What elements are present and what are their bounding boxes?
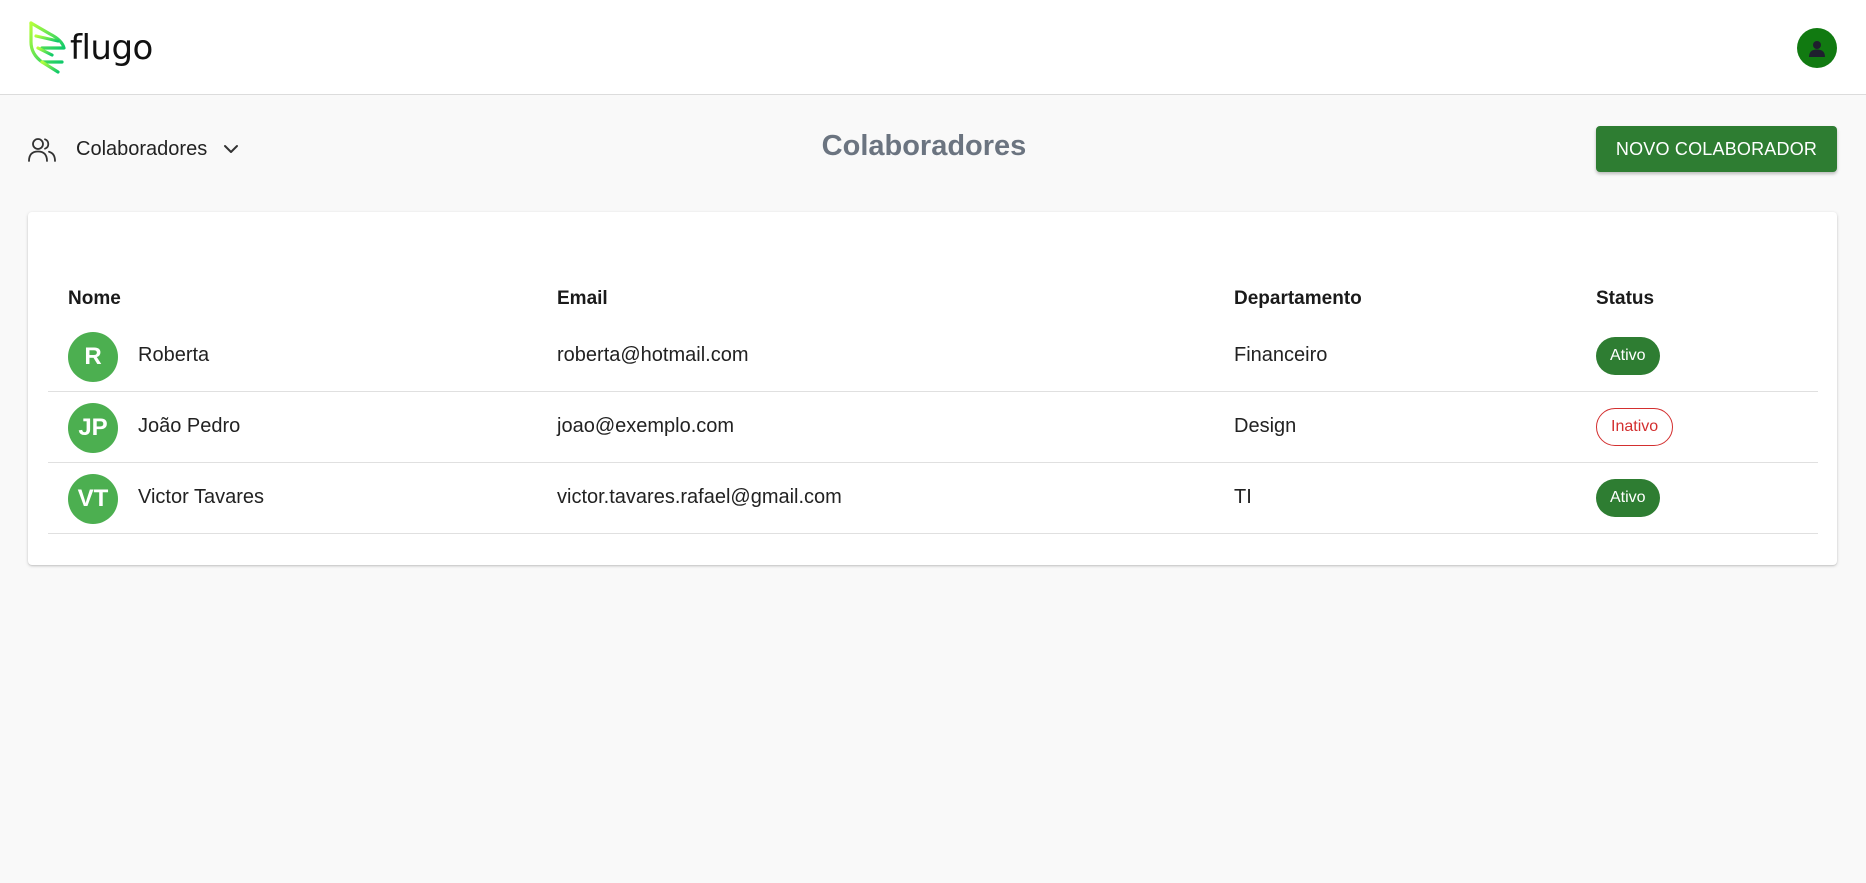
status-badge: Ativo	[1596, 337, 1660, 375]
avatar: JP	[68, 403, 118, 453]
flugo-logo[interactable]: flugo	[28, 20, 153, 76]
user-icon	[1809, 41, 1825, 57]
page-title: Colaboradores	[821, 130, 1027, 162]
collaborator-department: Financeiro	[1234, 344, 1328, 366]
table-row[interactable]: R Roberta roberta@hotmail.com Financeiro…	[48, 321, 1818, 392]
column-header-status[interactable]: Status	[1596, 288, 1654, 310]
collaborator-name: João Pedro	[138, 415, 241, 437]
collaborator-name: Roberta	[138, 344, 210, 366]
avatar: R	[68, 332, 118, 382]
user-avatar-button[interactable]	[1797, 28, 1837, 68]
avatar: VT	[68, 474, 118, 524]
collaborator-department: Design	[1234, 415, 1297, 437]
brand-name: flugo	[70, 28, 153, 68]
table-row[interactable]: JP João Pedro joao@exemplo.com Design In…	[48, 392, 1818, 463]
top-bar: flugo	[0, 0, 1866, 95]
wing-logo-icon	[29, 21, 66, 74]
table-header: Nome Email Departamento Status	[28, 288, 1837, 310]
collaborator-email: victor.tavares.rafael@gmail.com	[557, 486, 842, 508]
collaborator-department: TI	[1234, 486, 1252, 508]
collaborator-email: roberta@hotmail.com	[557, 344, 749, 366]
table-row[interactable]: VT Victor Tavares victor.tavares.rafael@…	[48, 463, 1818, 534]
column-header-email[interactable]: Email	[557, 288, 608, 310]
status-badge: Ativo	[1596, 479, 1660, 517]
collaborator-email: joao@exemplo.com	[557, 415, 735, 437]
collaborators-table-card: Nome Email Departamento Status R Roberta…	[28, 212, 1837, 565]
column-header-name[interactable]: Nome	[68, 288, 121, 310]
status-badge: Inativo	[1596, 408, 1674, 446]
column-header-department[interactable]: Departamento	[1234, 288, 1362, 310]
new-collaborator-button[interactable]: NOVO COLABORADOR	[1596, 126, 1837, 172]
collaborator-name: Victor Tavares	[138, 486, 264, 508]
